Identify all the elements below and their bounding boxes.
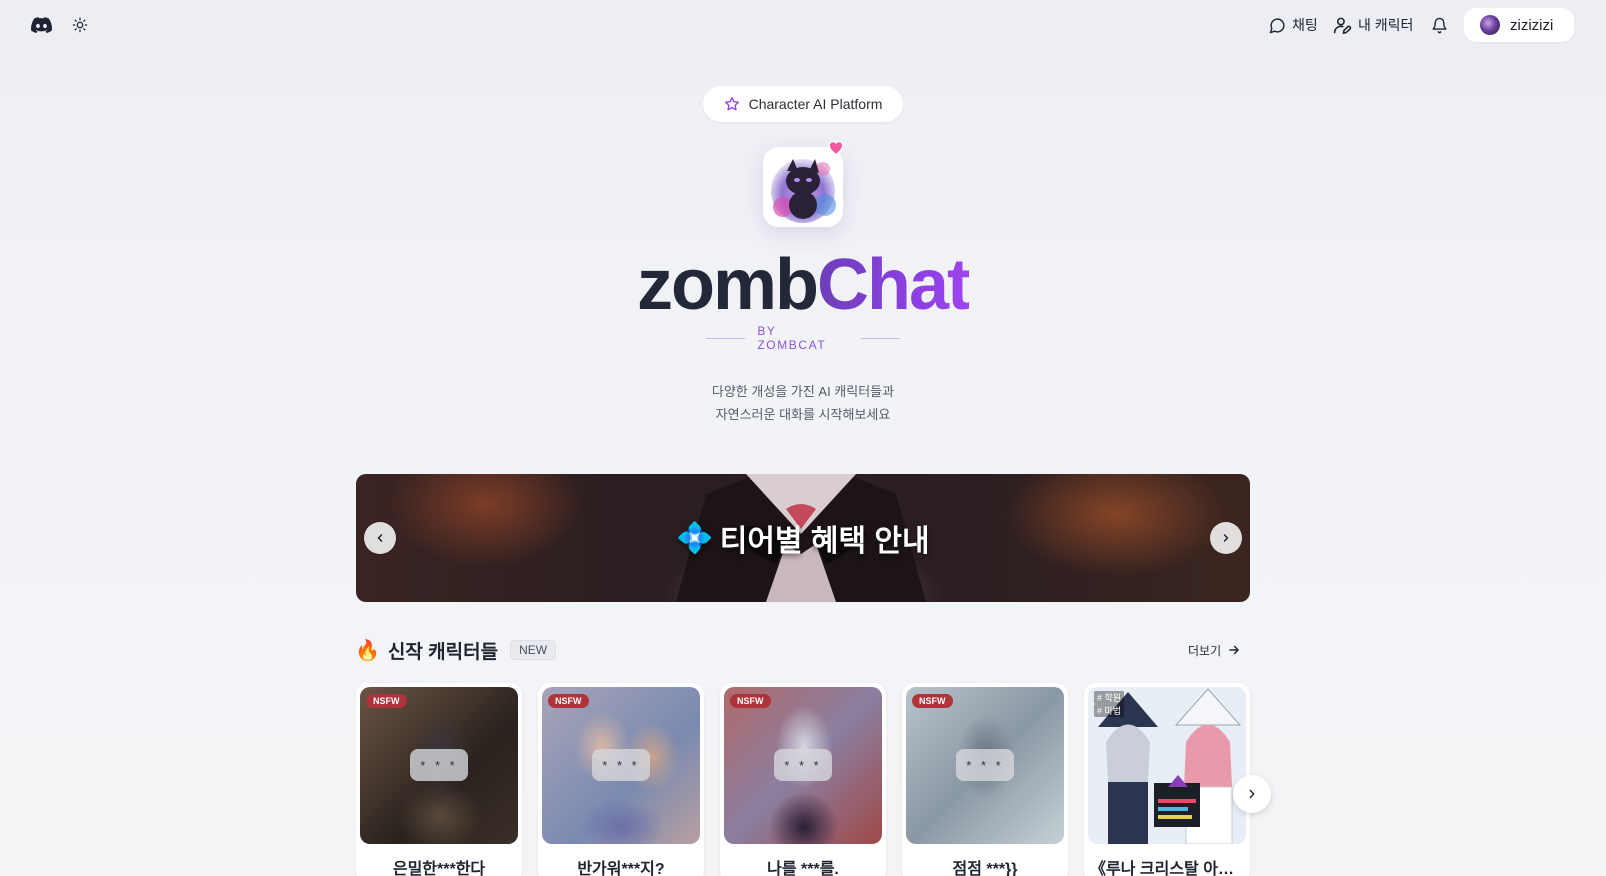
character-name: 《루나 크리스탈 아카데미》 — [1090, 861, 1250, 876]
sun-icon[interactable] — [69, 14, 91, 36]
character-thumbnail: NSFW * * * — [724, 687, 882, 844]
arrow-right-icon — [1229, 645, 1239, 655]
diamond-icon: 💠 — [676, 521, 714, 555]
heart-icon — [828, 140, 844, 156]
byline-text: BY ZOMBCAT — [757, 324, 827, 352]
chevron-right-icon — [1223, 534, 1229, 542]
byline-divider-left — [706, 337, 746, 339]
character-name: 반가워***지? — [577, 861, 665, 876]
banner-title-text: 티어별 혜택 안내 — [719, 525, 930, 558]
top-bar: 채팅 내 캐릭터 zizizizi — [0, 0, 1606, 50]
brand-part-1: zomb — [637, 245, 819, 325]
character-card[interactable]: NSFW * * * 반가워***지? — [538, 683, 704, 876]
byline-divider-right — [860, 337, 900, 339]
discord-icon[interactable] — [30, 14, 52, 36]
chevron-right-icon — [1249, 789, 1255, 799]
tag-label: # 마법 — [1094, 704, 1125, 717]
banner-title: 💠 티어별 혜택 안내 — [356, 474, 1250, 602]
character-thumbnail: NSFW * * * — [360, 687, 518, 844]
username: zizizizi — [1510, 16, 1554, 34]
more-link[interactable]: 더보기 — [1188, 640, 1241, 660]
banner-prev-button[interactable] — [364, 522, 396, 554]
nav-chat-link[interactable]: 채팅 — [1269, 14, 1318, 36]
zombcat-logo — [763, 147, 843, 227]
character-name: 점점 ***}} — [952, 861, 1018, 876]
banner-next-button[interactable] — [1210, 522, 1242, 554]
tagline-line-2: 자연스러운 대화를 시작해보세요 — [715, 407, 891, 422]
character-card[interactable]: NSFW * * * 나를 ***를. — [720, 683, 886, 876]
new-badge: NEW — [510, 640, 557, 660]
brand-title: zombChat — [0, 245, 1606, 325]
avatar — [1480, 15, 1500, 35]
nsfw-badge: NSFW — [366, 694, 407, 708]
character-thumbnail: # 학원 # 마법 — [1088, 687, 1246, 844]
section-title: 신작 캐릭터들 — [387, 641, 499, 663]
nav-my-character-link[interactable]: 내 캐릭터 — [1333, 14, 1413, 36]
chevron-left-icon — [377, 534, 383, 542]
character-card[interactable]: NSFW * * * 점점 ***}} — [902, 683, 1068, 876]
fire-icon: 🔥 — [355, 639, 380, 662]
character-thumbnail: NSFW * * * — [542, 687, 700, 844]
tagline-line-1: 다양한 개성을 가진 AI 캐릭터들과 — [711, 384, 895, 399]
bell-icon[interactable] — [1428, 14, 1450, 36]
character-name: 나를 ***를. — [767, 861, 839, 876]
nav-chat-label: 채팅 — [1292, 17, 1318, 33]
cards-next-button[interactable] — [1233, 775, 1271, 813]
tag-label: # 학원 — [1094, 691, 1125, 704]
masked-preview: * * * — [774, 749, 832, 781]
chat-bubble-icon — [1269, 17, 1285, 33]
character-name: 은밀한***한다 — [392, 861, 486, 876]
masked-preview: * * * — [410, 749, 468, 781]
tagline: 다양한 개성을 가진 AI 캐릭터들과 자연스러운 대화를 시작해보세요 — [0, 380, 1606, 426]
nsfw-badge: NSFW — [548, 694, 589, 708]
platform-label: Character AI Platform — [748, 96, 883, 112]
character-thumbnail: NSFW * * * — [906, 687, 1064, 844]
character-card[interactable]: # 학원 # 마법 《루나 크리스탈 아카데미》 — [1084, 683, 1250, 876]
nsfw-badge: NSFW — [912, 694, 953, 708]
character-card[interactable]: NSFW * * * 은밀한***한다 — [356, 683, 522, 876]
masked-preview: * * * — [956, 749, 1014, 781]
user-edit-icon — [1333, 17, 1352, 34]
app-root: 채팅 내 캐릭터 zizizizi Character AI Platform — [0, 0, 1606, 876]
byline: BY ZOMBCAT — [706, 324, 900, 352]
nav-my-character-label: 내 캐릭터 — [1358, 17, 1414, 33]
nsfw-badge: NSFW — [730, 694, 771, 708]
platform-badge: Character AI Platform — [703, 86, 903, 122]
more-label: 더보기 — [1188, 643, 1222, 658]
user-menu-button[interactable]: zizizizi — [1464, 8, 1574, 42]
promo-banner[interactable]: 💠 티어별 혜택 안내 — [356, 474, 1250, 602]
new-characters-header: 🔥 신작 캐릭터들 NEW — [355, 636, 557, 664]
brand-part-2: Chat — [816, 245, 971, 325]
masked-preview: * * * — [592, 749, 650, 781]
star-icon — [724, 97, 739, 111]
